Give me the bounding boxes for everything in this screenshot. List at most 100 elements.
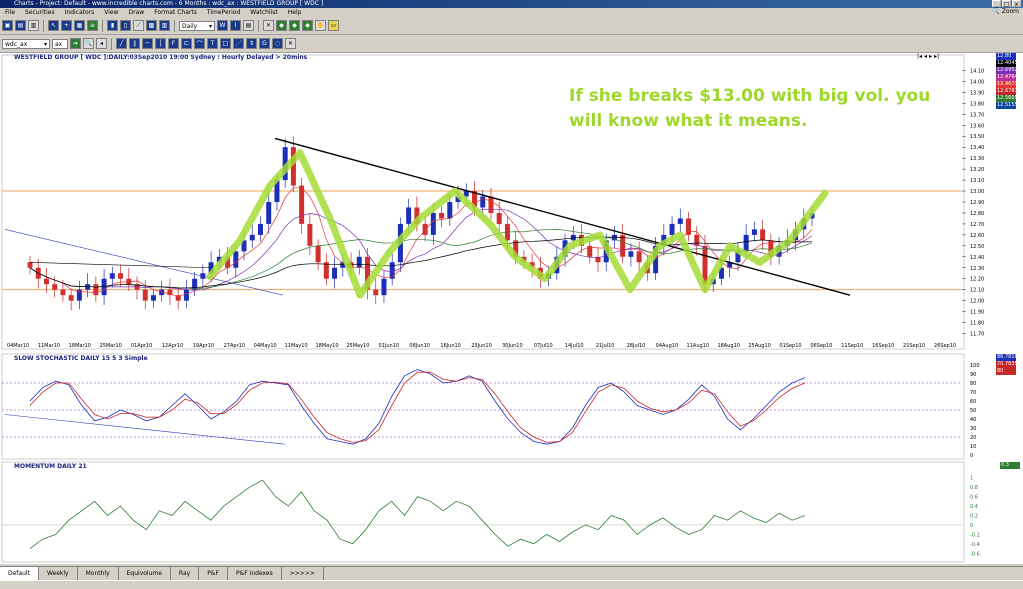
x-axis-date-label: 28Jul10 bbox=[627, 343, 646, 349]
intraday-icon[interactable]: I bbox=[230, 20, 241, 31]
candle-body bbox=[85, 284, 91, 290]
menu-watchlist[interactable]: Watchlist bbox=[245, 9, 283, 16]
candle-icon[interactable]: ▯ bbox=[120, 20, 131, 31]
price-axis-tick: 12.00 bbox=[970, 299, 984, 305]
chart-icon[interactable]: ▦ bbox=[74, 20, 85, 31]
x-axis-date-label: 04May10 bbox=[254, 343, 277, 349]
menu-indicators[interactable]: Indicators bbox=[60, 9, 100, 16]
momentum-axis-tick: -0.4 bbox=[970, 542, 980, 548]
price-axis-tick: 13.50 bbox=[970, 134, 984, 140]
menu-help[interactable]: Help bbox=[283, 9, 307, 16]
volume-icon[interactable]: ▥ bbox=[159, 20, 170, 31]
candle-body bbox=[488, 196, 494, 213]
gann-icon[interactable]: G bbox=[259, 38, 270, 49]
early-flat-line bbox=[29, 261, 211, 269]
fibonacci-icon[interactable]: F bbox=[168, 38, 179, 49]
tab-ray[interactable]: Ray bbox=[171, 567, 200, 581]
stochastic-trendline bbox=[4, 414, 286, 445]
menu-timeperiod[interactable]: TimePeriod bbox=[202, 9, 245, 16]
first-page-icon[interactable]: |◂ bbox=[917, 53, 922, 60]
candle-body bbox=[52, 284, 58, 290]
tab-pf-indexes[interactable]: P&F Indexes bbox=[228, 567, 282, 581]
weekly-icon[interactable]: W bbox=[217, 20, 228, 31]
x-axis-date-label: 26Sep10 bbox=[934, 343, 956, 349]
trendline-icon[interactable]: ╱ bbox=[116, 38, 127, 49]
price-tag: 12.4045 bbox=[996, 60, 1018, 67]
close-button[interactable]: x bbox=[1012, 0, 1021, 8]
stochastic-axis-tick: 80 bbox=[970, 381, 976, 387]
parallel-icon[interactable]: ∥ bbox=[129, 38, 140, 49]
go-arrow-icon[interactable]: ➔ bbox=[70, 38, 81, 49]
price-panel-title: WESTFIELD GROUP [ WDC ]:DAILY:03Sep2010 … bbox=[14, 54, 308, 61]
vertical-line-icon[interactable]: │ bbox=[155, 38, 166, 49]
price-axis-tick: 13.20 bbox=[970, 167, 984, 173]
arc-icon[interactable]: ⌒ bbox=[194, 38, 205, 49]
diamond-down-icon[interactable]: ◆ bbox=[289, 20, 300, 31]
zoom-control[interactable]: 🔍 Zoom bbox=[992, 8, 1019, 15]
candle-body bbox=[332, 267, 338, 279]
chart-area[interactable]: 14.10 14.00 13.90 13.80 13.70 13.60 13.50 13.40… bbox=[0, 53, 1023, 564]
momentum-tag: 0.3 bbox=[1000, 462, 1020, 469]
toolbar-separator bbox=[111, 37, 112, 50]
x-axis-date-label: 11Sep10 bbox=[841, 343, 863, 349]
back-icon[interactable]: ◂ bbox=[96, 38, 107, 49]
line-icon[interactable]: ⟋ bbox=[133, 20, 144, 31]
tab-default[interactable]: Default bbox=[0, 567, 39, 581]
diamond-add-icon[interactable]: ◆ bbox=[302, 20, 313, 31]
search-icon[interactable]: 🔍 bbox=[83, 38, 94, 49]
x-axis-date-label: 21Sep10 bbox=[903, 343, 925, 349]
stochastic-axis-tick: 0 bbox=[970, 453, 973, 459]
prev-page-icon[interactable]: ◂ bbox=[924, 53, 927, 60]
maximize-button[interactable]: □ bbox=[1002, 0, 1011, 8]
stochastic-panel-frame bbox=[1, 353, 965, 460]
next-page-icon[interactable]: ▸ bbox=[929, 53, 932, 60]
minimize-button[interactable]: _ bbox=[992, 0, 1001, 8]
last-page-icon[interactable]: ▸| bbox=[934, 53, 939, 60]
delete-icon[interactable]: ✕ bbox=[263, 20, 274, 31]
channel-icon[interactable]: ⊏ bbox=[181, 38, 192, 49]
tab-weekly[interactable]: Weekly bbox=[39, 567, 78, 581]
note-icon[interactable]: ▭ bbox=[328, 20, 339, 31]
candle-body bbox=[257, 223, 263, 235]
x-axis-date-label: 18May10 bbox=[315, 343, 338, 349]
tab-monthly[interactable]: Monthly bbox=[78, 567, 119, 581]
tab-pf[interactable]: P&F bbox=[199, 567, 228, 581]
text-tool-icon[interactable]: T bbox=[207, 38, 218, 49]
price-axis-tick: 12.90 bbox=[970, 200, 984, 206]
x-axis-date-label: 19Apr10 bbox=[193, 343, 214, 349]
diamond-up-icon[interactable]: ◆ bbox=[276, 20, 287, 31]
downtrend-line bbox=[274, 137, 851, 296]
tab-more[interactable]: >>>>> bbox=[282, 567, 324, 581]
menu-securities[interactable]: Securities bbox=[20, 9, 60, 16]
security-select[interactable]: wdc_ax ▾ bbox=[2, 38, 50, 49]
momentum-axis-tick: 0.8 bbox=[970, 485, 978, 491]
cycle-icon[interactable]: ◌ bbox=[272, 38, 283, 49]
measure-icon[interactable]: ⇕ bbox=[246, 38, 257, 49]
rectangle-icon[interactable]: □ bbox=[220, 38, 231, 49]
candle-body bbox=[677, 218, 683, 224]
tab-equivolume[interactable]: Equivolume bbox=[119, 567, 171, 581]
menu-file[interactable]: File bbox=[0, 9, 20, 16]
crosshair-icon[interactable]: + bbox=[61, 20, 72, 31]
momentum-axis-tick: 1 bbox=[970, 476, 973, 482]
pan-icon[interactable]: ✋ bbox=[315, 20, 326, 31]
cursor-icon[interactable]: ↖ bbox=[48, 20, 59, 31]
open-icon[interactable]: ▥ bbox=[28, 20, 39, 31]
print-icon[interactable]: ▤ bbox=[15, 20, 26, 31]
save-icon[interactable]: ▣ bbox=[2, 20, 13, 31]
list-icon[interactable]: ≡ bbox=[87, 20, 98, 31]
menu-view[interactable]: View bbox=[99, 9, 123, 16]
candle-body bbox=[480, 196, 486, 208]
grid-icon[interactable]: ▩ bbox=[146, 20, 157, 31]
menu-format-charts[interactable]: Format Charts bbox=[149, 9, 202, 16]
menu-draw[interactable]: Draw bbox=[124, 9, 150, 16]
remove-drawing-icon[interactable]: ✕ bbox=[285, 38, 296, 49]
bar-chart-icon[interactable]: ▮ bbox=[107, 20, 118, 31]
fan-icon[interactable]: ⋰ bbox=[233, 38, 244, 49]
period-select[interactable]: Daily ▾ bbox=[179, 20, 215, 31]
price-axis-tick: 12.70 bbox=[970, 222, 984, 228]
calendar-icon[interactable]: ▤ bbox=[243, 20, 254, 31]
horizontal-line-icon[interactable]: ─ bbox=[142, 38, 153, 49]
price-axis-tick: 13.80 bbox=[970, 101, 984, 107]
exchange-select[interactable]: ax bbox=[52, 38, 68, 49]
